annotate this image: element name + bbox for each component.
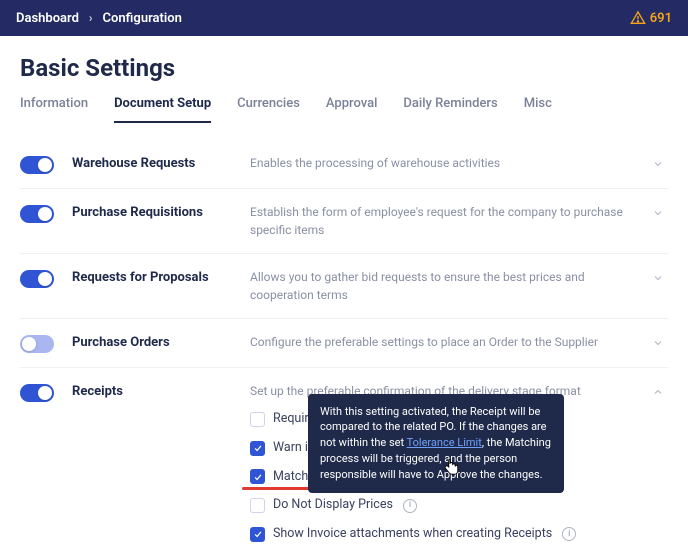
label-requests-for-proposals: Requests for Proposals xyxy=(72,268,250,285)
desc-requests-for-proposals: Allows you to gather bid requests to ens… xyxy=(250,268,648,304)
desc-warehouse-requests: Enables the processing of warehouse acti… xyxy=(250,154,648,172)
toggle-purchase-requisitions[interactable] xyxy=(20,205,54,223)
toggle-purchase-orders[interactable] xyxy=(20,335,54,353)
topbar: Dashboard › Configuration 691 xyxy=(0,0,688,36)
settings-list: Warehouse Requests Enables the processin… xyxy=(0,124,688,558)
option-do-not-display-prices-label: Do Not Display Prices xyxy=(273,496,393,515)
chevron-right-icon: › xyxy=(89,11,93,25)
toggle-requests-for-proposals[interactable] xyxy=(20,270,54,288)
chevron-down-icon[interactable] xyxy=(648,154,668,170)
chevron-down-icon[interactable] xyxy=(648,333,668,349)
breadcrumb-dashboard[interactable]: Dashboard xyxy=(16,11,79,26)
row-purchase-orders: Purchase Orders Configure the preferable… xyxy=(20,318,668,367)
tab-document-setup[interactable]: Document Setup xyxy=(114,96,211,123)
tab-currencies[interactable]: Currencies xyxy=(237,96,300,123)
label-warehouse-requests: Warehouse Requests xyxy=(72,154,250,171)
label-purchase-orders: Purchase Orders xyxy=(72,333,250,350)
label-receipts: Receipts xyxy=(72,382,250,399)
tabs: Information Document Setup Currencies Ap… xyxy=(0,96,688,124)
checkbox-do-not-display-prices[interactable] xyxy=(250,498,265,513)
option-show-invoice-attachments-label: Show Invoice attachments when creating R… xyxy=(273,525,552,544)
cursor-hand-icon xyxy=(443,458,461,482)
desc-purchase-requisitions: Establish the form of employee's request… xyxy=(250,203,648,239)
toggle-receipts[interactable] xyxy=(20,384,54,402)
alert-indicator[interactable]: 691 xyxy=(630,10,672,26)
row-receipts: Receipts Set up the preferable confirmat… xyxy=(20,367,668,558)
row-warehouse-requests: Warehouse Requests Enables the processin… xyxy=(20,140,668,188)
row-purchase-requisitions: Purchase Requisitions Establish the form… xyxy=(20,188,668,253)
warning-icon xyxy=(630,10,646,26)
alert-count: 691 xyxy=(650,11,672,26)
tab-daily-reminders[interactable]: Daily Reminders xyxy=(403,96,497,123)
tooltip-match-with-po: With this setting activated, the Receipt… xyxy=(308,394,564,494)
tab-approval[interactable]: Approval xyxy=(326,96,378,123)
toggle-warehouse-requests[interactable] xyxy=(20,156,54,174)
tooltip-link-tolerance-limit[interactable]: Tolerance Limit xyxy=(407,436,482,449)
checkbox-required-receipt[interactable] xyxy=(250,412,265,427)
row-requests-for-proposals: Requests for Proposals Allows you to gat… xyxy=(20,253,668,318)
checkbox-warn-if-supplier[interactable] xyxy=(250,441,265,456)
page-title: Basic Settings xyxy=(0,36,688,96)
checkbox-show-invoice-attachments[interactable] xyxy=(250,527,265,542)
breadcrumb-configuration[interactable]: Configuration xyxy=(103,11,182,26)
label-purchase-requisitions: Purchase Requisitions xyxy=(72,203,250,220)
tab-information[interactable]: Information xyxy=(20,96,88,123)
chevron-up-icon[interactable] xyxy=(648,382,668,398)
breadcrumb: Dashboard › Configuration xyxy=(16,11,182,26)
option-show-invoice-attachments[interactable]: Show Invoice attachments when creating R… xyxy=(250,525,638,544)
info-icon[interactable]: i xyxy=(562,527,576,541)
desc-purchase-orders: Configure the preferable settings to pla… xyxy=(250,333,648,351)
chevron-down-icon[interactable] xyxy=(648,203,668,219)
tab-misc[interactable]: Misc xyxy=(524,96,552,123)
checkbox-match-with-po[interactable] xyxy=(250,469,265,484)
info-icon[interactable]: i xyxy=(403,499,417,513)
chevron-down-icon[interactable] xyxy=(648,268,668,284)
option-do-not-display-prices[interactable]: Do Not Display Prices i xyxy=(250,496,638,515)
